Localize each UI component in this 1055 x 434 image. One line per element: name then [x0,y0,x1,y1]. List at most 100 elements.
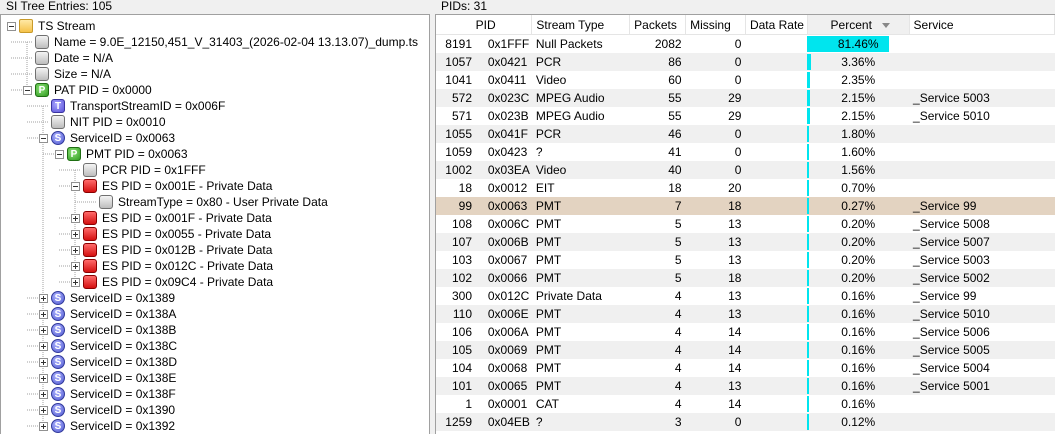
table-row[interactable]: 102 0x0066 PMT 5 18 0.20% _Service 5002 [436,269,1055,287]
tree-node[interactable]: S ServiceID = 0x0063 [1,130,429,146]
column-header-pid[interactable]: PID [436,15,533,35]
expand-icon[interactable] [39,294,48,303]
collapse-icon[interactable] [7,22,16,31]
column-header-packets[interactable]: Packets [629,15,687,35]
expand-icon[interactable] [71,246,80,255]
tree-node[interactable]: PCR PID = 0x1FFF [1,162,429,178]
table-row[interactable]: 300 0x012C Private Data 4 13 0.16% _Service 99 [436,287,1055,305]
stream-type-cell: PCR [531,53,630,71]
tree-node[interactable]: ES PID = 0x012C - Private Data [1,258,429,274]
tree-node[interactable]: S ServiceID = 0x138A [1,306,429,322]
service-cell: _Service 99 [909,287,1055,305]
column-header-percent[interactable]: Percent [807,15,910,35]
table-row[interactable]: 8191 0x1FFF Null Packets 2082 0 81.46% [436,34,1055,53]
expand-icon[interactable] [39,422,48,431]
missing-cell: 18 [685,269,746,287]
collapse-icon[interactable] [55,150,64,159]
column-header-stream-type[interactable]: Stream Type [531,15,631,35]
tree-node[interactable]: ES PID = 0x0055 - Private Data [1,226,429,242]
tree-node[interactable]: StreamType = 0x80 - User Private Data [1,194,429,210]
table-row[interactable]: 1041 0x0411 Video 60 0 2.35% [436,71,1055,89]
table-row[interactable]: 106 0x006A PMT 4 14 0.16% _Service 5006 [436,323,1055,341]
expand-icon[interactable] [71,230,80,239]
tree-node[interactable]: T TransportStreamID = 0x006F [1,98,429,114]
column-header-label: Data Rate [749,17,804,32]
column-header-data-rate[interactable]: Data Rate [745,15,808,35]
tree-node[interactable]: Size = N/A [1,66,429,82]
table-row[interactable]: 18 0x0012 EIT 18 20 0.70% [436,179,1055,197]
expand-icon[interactable] [71,278,80,287]
table-row[interactable]: 101 0x0065 PMT 4 13 0.16% _Service 5001 [436,377,1055,395]
collapse-icon[interactable] [23,86,32,95]
tree-node[interactable]: ES PID = 0x001F - Private Data [1,210,429,226]
expand-icon[interactable] [71,214,80,223]
pids-table-body: 8191 0x1FFF Null Packets 2082 0 81.46% 1057 0x0… [436,34,1055,431]
collapse-icon[interactable] [71,182,80,191]
table-row[interactable]: 1259 0x04EB? 3 0 0.12% [436,413,1055,431]
table-row[interactable]: 1059 0x0423? 41 0 1.60% [436,143,1055,161]
table-row[interactable]: 108 0x006C PMT 5 13 0.20% _Service 5008 [436,215,1055,233]
expand-icon[interactable] [39,326,48,335]
packets-cell: 5 [629,269,686,287]
expand-icon[interactable] [39,406,48,415]
collapse-icon[interactable] [39,134,48,143]
expand-icon[interactable] [71,262,80,271]
pid-cell: 99 0x0063 [436,197,532,215]
tree-node[interactable]: S ServiceID = 0x138E [1,370,429,386]
table-row[interactable]: 572 0x023C MPEG Audio 55 29 2.15% _Service 500… [436,89,1055,107]
tree-node[interactable]: P PMT PID = 0x0063 [1,146,429,162]
table-row[interactable]: 103 0x0067 PMT 5 13 0.20% _Service 5003 [436,251,1055,269]
tree-node[interactable]: Name = 9.0E_12150,451_V_31403_(2026-02-0… [1,34,429,50]
tree-node[interactable]: Date = N/A [1,50,429,66]
tree-node[interactable]: ES PID = 0x001E - Private Data [1,178,429,194]
pid-hex: 0x0063 [487,199,528,213]
tree-node[interactable]: S ServiceID = 0x138D [1,354,429,370]
table-row[interactable]: 1 0x0001 CAT 4 14 0.16% [436,395,1055,413]
pid-cell: 110 0x006E [436,305,532,323]
si-tree-panel[interactable]: TS Stream Name = 9.0E_12150,451_V_31403_(… [0,14,430,434]
tree-node[interactable]: NIT PID = 0x0010 [1,114,429,130]
data-rate-cell [745,161,808,179]
table-row[interactable]: 1002 0x03EA Video 40 0 1.56% [436,161,1055,179]
item-node-icon [35,51,49,65]
tree-node-label: ServiceID = 0x138A [70,307,177,321]
expand-icon[interactable] [39,342,48,351]
table-row[interactable]: 1057 0x0421 PCR 86 0 3.36% [436,53,1055,71]
tree-node[interactable]: ES PID = 0x09C4 - Private Data [1,274,429,290]
tree-node[interactable]: S ServiceID = 0x1392 [1,418,429,434]
tree-node[interactable]: P PAT PID = 0x0000 [1,82,429,98]
tree-node[interactable]: S ServiceID = 0x138C [1,338,429,354]
table-row[interactable]: 1055 0x041F PCR 46 0 1.80% [436,125,1055,143]
table-row[interactable]: 571 0x023B MPEG Audio 55 29 2.15% _Service 501… [436,107,1055,125]
expand-icon[interactable] [39,390,48,399]
data-rate-cell [745,197,808,215]
percent-cell: 0.20% [807,233,910,251]
pid-cell: 107 0x006B [436,233,532,251]
table-row[interactable]: 107 0x006B PMT 5 13 0.20% _Service 5007 [436,233,1055,251]
tree-node[interactable]: TS Stream [1,18,429,34]
service-icon: S [51,323,65,337]
percent-cell: 0.12% [807,413,910,431]
pids-table: PID Stream Type Packets Missing Data Rat… [436,15,1055,431]
tree-node[interactable]: S ServiceID = 0x138B [1,322,429,338]
pids-table-panel[interactable]: PID Stream Type Packets Missing Data Rat… [435,14,1055,434]
tree-node[interactable]: S ServiceID = 0x138F [1,386,429,402]
pid-cell: 571 0x023B [436,107,532,125]
tree-node[interactable]: S ServiceID = 0x1390 [1,402,429,418]
expand-icon[interactable] [39,358,48,367]
data-rate-cell [745,341,808,359]
stream-type-cell: PMT [531,341,630,359]
table-row[interactable]: 110 0x006E PMT 4 13 0.16% _Service 5010 [436,305,1055,323]
tree-node-label: ServiceID = 0x0063 [70,131,176,145]
expand-icon[interactable] [39,310,48,319]
tree-node[interactable]: ES PID = 0x012B - Private Data [1,242,429,258]
table-row[interactable]: 104 0x0068 PMT 4 14 0.16% _Service 5004 [436,359,1055,377]
column-header-service[interactable]: Service [909,15,1055,35]
expand-icon[interactable] [39,374,48,383]
table-row[interactable]: 105 0x0069 PMT 4 14 0.16% _Service 5005 [436,341,1055,359]
table-row[interactable]: 99 0x0063 PMT 7 18 0.27% _Service 99 [436,197,1055,215]
service-cell [909,413,1055,431]
service-cell [909,161,1055,179]
tree-node[interactable]: S ServiceID = 0x1389 [1,290,429,306]
column-header-missing[interactable]: Missing [685,15,746,35]
